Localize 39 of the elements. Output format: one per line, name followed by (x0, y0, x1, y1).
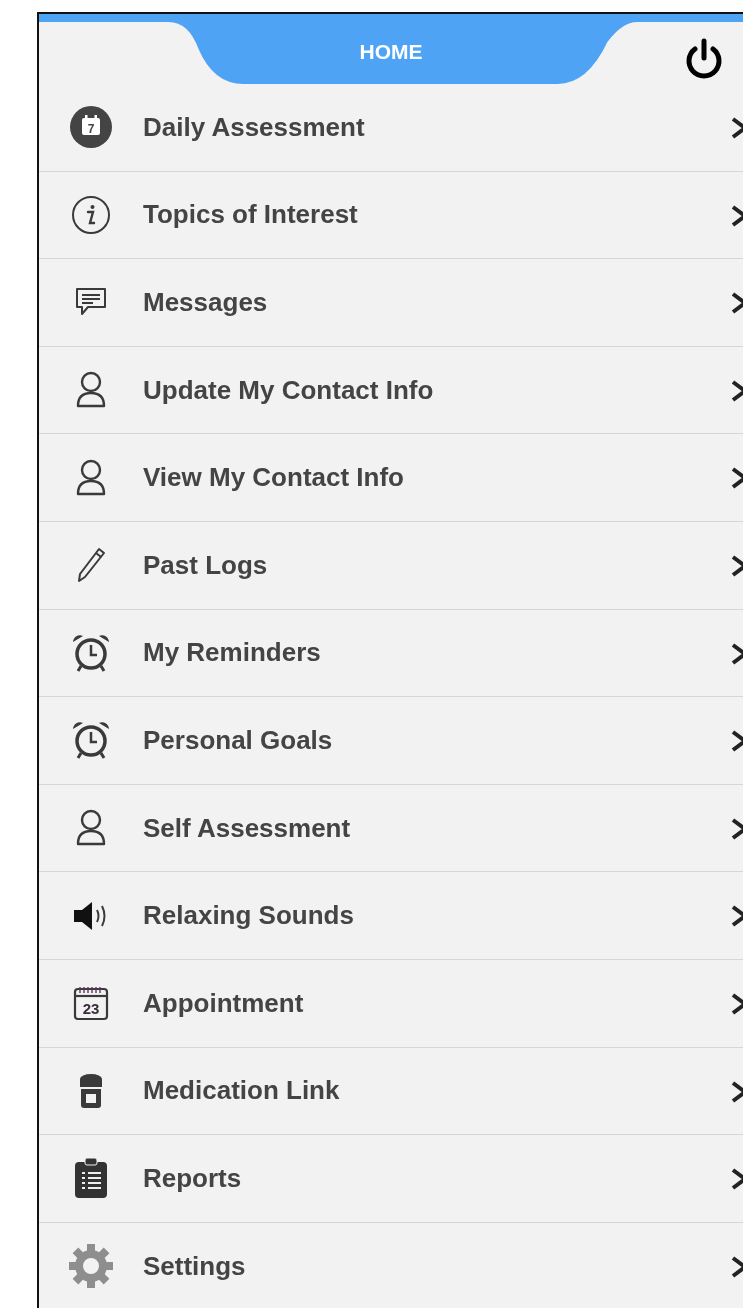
menu-item[interactable]: Messages (39, 259, 743, 347)
chevron-icon (731, 378, 743, 403)
calendar-icon: 23 (73, 985, 109, 1022)
chevron-icon (731, 1254, 743, 1279)
bottle-icon (78, 1072, 104, 1109)
chevron-icon (731, 729, 743, 754)
menu-item[interactable]: 7 Daily Assessment (39, 84, 743, 172)
menu-item[interactable]: Personal Goals (39, 697, 743, 785)
chevron-icon (731, 553, 743, 578)
menu-item[interactable]: Reports (39, 1135, 743, 1223)
calendar-icon: 7 (70, 106, 112, 149)
menu-item[interactable]: Topics of Interest (39, 171, 743, 260)
menu-item[interactable]: Relaxing Sounds (39, 872, 743, 960)
header-title: HOME (359, 40, 423, 64)
menu-item[interactable]: Past Logs (39, 521, 743, 610)
chevron-icon (731, 203, 743, 228)
chevron-icon (731, 466, 743, 491)
chevron-icon (731, 904, 743, 929)
settings-icon (68, 1243, 114, 1289)
chevron-icon (731, 291, 743, 316)
menu-item[interactable]: Medication Link (39, 1047, 743, 1136)
chevron-icon (731, 641, 743, 666)
menu-item[interactable]: My Reminders (39, 609, 743, 698)
info-icon (71, 194, 111, 235)
chevron-icon (731, 116, 743, 140)
menu-item[interactable]: Self Assessment (39, 784, 743, 873)
clipboard-icon (73, 1157, 109, 1200)
chevron-icon (731, 991, 743, 1016)
chevron-icon (731, 816, 743, 841)
pencil-icon (75, 546, 107, 585)
menu-item[interactable]: Update My Contact Info (39, 346, 743, 435)
person-icon (75, 809, 107, 848)
person-icon (75, 458, 107, 497)
chevron-icon (731, 1079, 743, 1104)
menu-item[interactable]: View My Contact Info (39, 434, 743, 522)
chevron-icon (731, 1167, 743, 1192)
menu-item[interactable]: Settings (39, 1222, 743, 1308)
menu-item[interactable]: 23 Appointment (39, 959, 743, 1048)
person-icon (75, 371, 107, 410)
